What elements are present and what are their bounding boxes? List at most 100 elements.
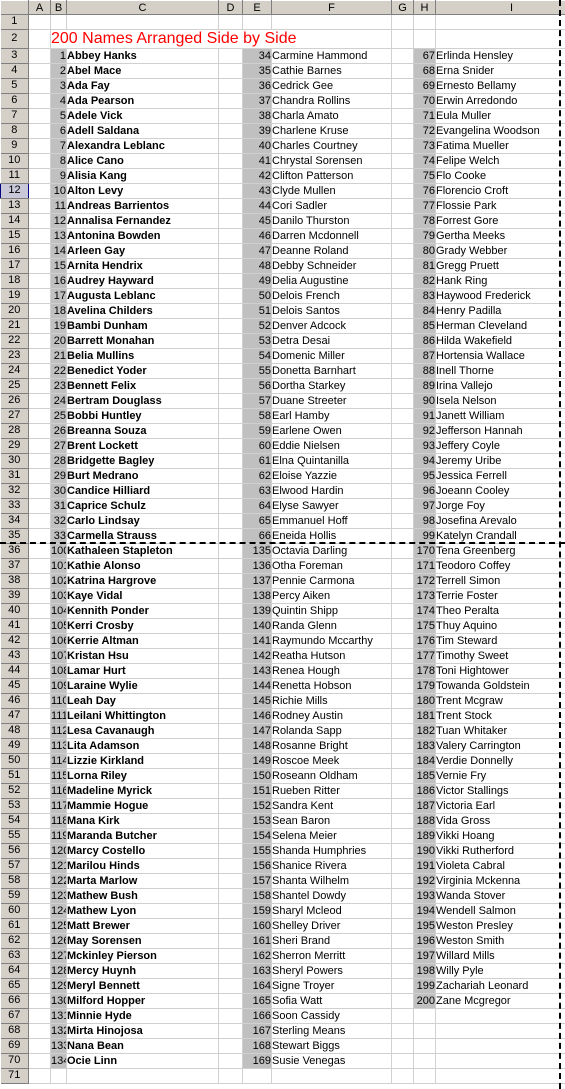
row-header-10[interactable]: 10 [0,152,29,169]
cell-B19[interactable]: 17 [50,288,67,304]
grid-row[interactable]: 2 200 Names Arranged Side by Side [0,28,565,49]
grid-row[interactable]: 31 29 Burt Medrano 62 Eloise Yazzie 95 Jessica… [0,467,565,484]
cell-D63[interactable] [218,948,243,964]
cell-I57[interactable]: Violeta Cabral [435,858,565,874]
cell-D13[interactable] [218,198,243,214]
cell-B50[interactable]: 114 [50,753,67,769]
cell-I37[interactable]: Teodoro Coffey [435,558,565,574]
cell-F65[interactable]: Signe Troyer [271,978,392,994]
cell-A42[interactable] [28,633,51,649]
cell-I26[interactable]: Isela Nelson [435,393,565,409]
cell-C15[interactable]: Antonina Bowden [66,228,219,244]
cell-C39[interactable]: Kaye Vidal [66,588,219,604]
cell-A41[interactable] [28,618,51,634]
grid-row[interactable]: 35 33 Carmella Strauss 66 Eneida Hollis 99 Kat… [0,527,565,544]
cell-A49[interactable] [28,738,51,754]
row-header-16[interactable]: 16 [0,242,29,259]
row-header-3[interactable]: 3 [0,47,29,64]
cell-D44[interactable] [218,663,243,679]
cell-H11[interactable]: 75 [413,168,436,184]
cell-B40[interactable]: 104 [50,603,67,619]
cell-C13[interactable]: Andreas Barrientos [66,198,219,214]
cell-C32[interactable]: Candice Hilliard [66,483,219,499]
cell-C36[interactable]: Kathaleen Stapleton [66,543,219,559]
cell-H6[interactable]: 70 [413,93,436,109]
cell-G69[interactable] [391,1038,414,1054]
cell-D39[interactable] [218,588,243,604]
cell-D47[interactable] [218,708,243,724]
cell-B21[interactable]: 19 [50,318,67,334]
cell-C29[interactable]: Brent Lockett [66,438,219,454]
grid-row[interactable]: 48 112Lesa Cavanaugh 147Rolanda Sapp 182Tua… [0,722,565,739]
grid-row[interactable]: 45 109Laraine Wylie 144Renetta Hobson 179To… [0,677,565,694]
cell-E25[interactable]: 56 [242,378,272,394]
cell-C3[interactable]: Abbey Hanks [66,48,219,64]
cell-G51[interactable] [391,768,414,784]
row-header-67[interactable]: 67 [0,1007,29,1024]
cell-A27[interactable] [28,408,51,424]
cell-B58[interactable]: 122 [50,873,67,889]
cell-E32[interactable]: 63 [242,483,272,499]
cell-H33[interactable]: 97 [413,498,436,514]
grid-body[interactable]: 1 2 200 Names Arranged Side by Side 3 1 Abbey… [0,14,565,1084]
row-header-63[interactable]: 63 [0,947,29,964]
cell-B35[interactable]: 33 [50,528,67,544]
cell-A2[interactable] [28,29,51,49]
cell-H64[interactable]: 198 [413,963,436,979]
cell-D25[interactable] [218,378,243,394]
cell-C58[interactable]: Marta Marlow [66,873,219,889]
cell-F14[interactable]: Danilo Thurston [271,213,392,229]
row-header-50[interactable]: 50 [0,752,29,769]
cell-C50[interactable]: Lizzie Kirkland [66,753,219,769]
cell-E66[interactable]: 165 [242,993,272,1009]
cell-A34[interactable] [28,513,51,529]
cell-B42[interactable]: 106 [50,633,67,649]
row-header-41[interactable]: 41 [0,617,29,634]
cell-C28[interactable]: Breanna Souza [66,423,219,439]
grid-row[interactable]: 67 131Minnie Hyde 166Soon Cassidy [0,1007,565,1024]
row-header-7[interactable]: 7 [0,107,29,124]
grid-row[interactable]: 8 6 Adell Saldana 39 Charlene Kruse 72 Evangel… [0,122,565,139]
cell-G23[interactable] [391,348,414,364]
row-header-59[interactable]: 59 [0,887,29,904]
cell-A67[interactable] [28,1008,51,1024]
row-header-60[interactable]: 60 [0,902,29,919]
cell-E59[interactable]: 158 [242,888,272,904]
cell-E55[interactable]: 154 [242,828,272,844]
cell-D59[interactable] [218,888,243,904]
cell-I44[interactable]: Toni Hightower [435,663,565,679]
cell-B66[interactable]: 130 [50,993,67,1009]
cell-A22[interactable] [28,333,51,349]
row-header-23[interactable]: 23 [0,347,29,364]
cell-C11[interactable]: Alisia Kang [66,168,219,184]
cell-E51[interactable]: 150 [242,768,272,784]
cell-E47[interactable]: 146 [242,708,272,724]
cell-B31[interactable]: 29 [50,468,67,484]
select-all-corner[interactable] [0,0,29,15]
cell-C17[interactable]: Arnita Hendrix [66,258,219,274]
cell-G11[interactable] [391,168,414,184]
grid-row[interactable]: 28 26 Breanna Souza 59 Earlene Owen 92 Jeffers… [0,422,565,439]
grid-row[interactable]: 15 13 Antonina Bowden 46 Darren Mcdonnell 79 G… [0,227,565,244]
row-header-4[interactable]: 4 [0,62,29,79]
cell-D19[interactable] [218,288,243,304]
cell-E49[interactable]: 148 [242,738,272,754]
cell-A59[interactable] [28,888,51,904]
cell-C45[interactable]: Laraine Wylie [66,678,219,694]
grid-row[interactable]: 37 101Kathie Alonso 136Otha Foreman 171Teod… [0,557,565,574]
cell-C53[interactable]: Mammie Hogue [66,798,219,814]
grid-row[interactable]: 56 120Marcy Costello 155Shanda Humphries 19… [0,842,565,859]
cell-A58[interactable] [28,873,51,889]
cell-H51[interactable]: 185 [413,768,436,784]
cell-A63[interactable] [28,948,51,964]
row-header-34[interactable]: 34 [0,512,29,529]
cell-E8[interactable]: 39 [242,123,272,139]
cell-C21[interactable]: Bambi Dunham [66,318,219,334]
row-header-68[interactable]: 68 [0,1022,29,1039]
cell-I71[interactable] [435,1068,565,1084]
grid-row[interactable]: 23 21 Belia Mullins 54 Domenic Miller 87 Horte… [0,347,565,364]
grid-row[interactable]: 49 113Lita Adamson 148Rosanne Bright 183Val… [0,737,565,754]
cell-H53[interactable]: 187 [413,798,436,814]
cell-B5[interactable]: 3 [50,78,67,94]
cell-A47[interactable] [28,708,51,724]
